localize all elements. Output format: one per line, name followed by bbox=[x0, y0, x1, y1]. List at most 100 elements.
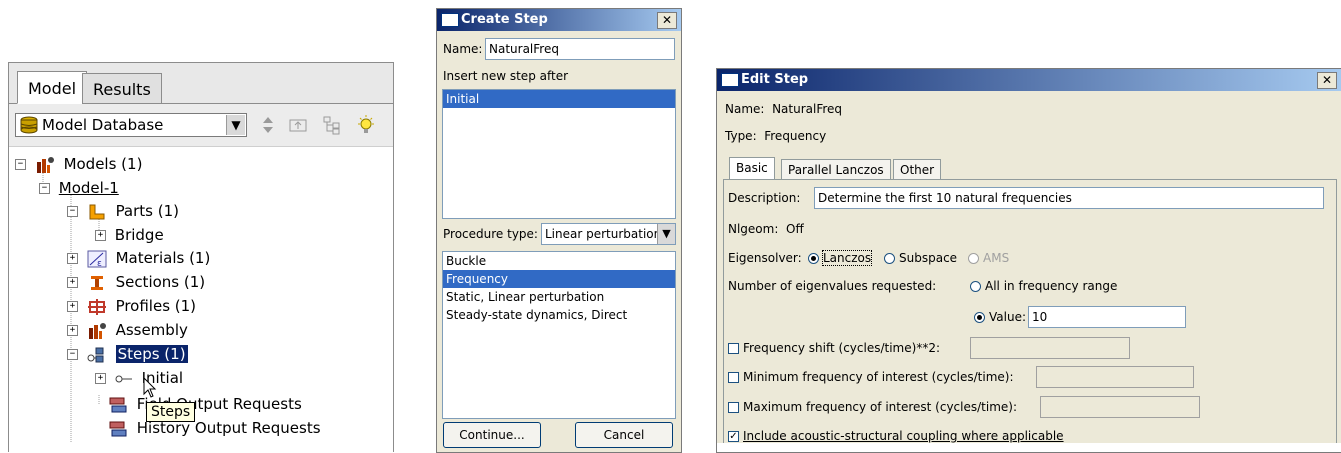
insert-after-list[interactable]: Initial bbox=[442, 89, 676, 219]
tree-node-models[interactable]: − Models (1) bbox=[15, 153, 142, 175]
tree-node-field-output-requests[interactable]: Field Output Requests bbox=[108, 393, 302, 415]
assembly-icon bbox=[88, 322, 106, 339]
tree-label: Parts (1) bbox=[115, 202, 180, 220]
folder-up-icon[interactable] bbox=[287, 114, 309, 136]
tree-label: Assembly bbox=[115, 321, 188, 339]
database-select[interactable]: Model Database ▼ bbox=[15, 113, 247, 137]
tree-node-profiles[interactable]: + Profiles (1) bbox=[67, 295, 196, 317]
chevron-down-icon[interactable]: ▼ bbox=[657, 224, 675, 244]
close-icon[interactable]: ✕ bbox=[1317, 72, 1337, 89]
tree-label: Profiles (1) bbox=[115, 297, 197, 315]
lightbulb-icon[interactable] bbox=[355, 114, 377, 136]
description-field[interactable]: Determine the first 10 natural frequenci… bbox=[814, 187, 1324, 209]
edit-step-dialog: Edit Step ✕ Name: NaturalFreq Type: Freq… bbox=[716, 68, 1341, 453]
tab-parallel-lanczos[interactable]: Parallel Lanczos bbox=[781, 159, 891, 180]
tree-label: Bridge bbox=[114, 226, 164, 244]
expand-icon[interactable]: + bbox=[95, 230, 106, 241]
torn-edge bbox=[717, 443, 1341, 452]
insert-after-label: Insert new step after bbox=[443, 69, 569, 83]
procedure-type-value: Linear perturbation bbox=[545, 227, 662, 241]
name-label: Name: bbox=[443, 42, 483, 56]
step-initial-icon bbox=[115, 375, 132, 382]
collapse-icon[interactable]: − bbox=[67, 206, 78, 217]
tree-node-assembly[interactable]: + Assembly bbox=[67, 319, 188, 341]
list-item[interactable]: Steady-state dynamics, Direct bbox=[443, 306, 675, 324]
expand-icon[interactable]: + bbox=[67, 277, 78, 288]
min-frequency-option[interactable]: Minimum frequency of interest (cycles/ti… bbox=[728, 370, 1014, 384]
radio-icon[interactable] bbox=[884, 253, 895, 264]
tree-node-history-output-requests[interactable]: History Output Requests bbox=[108, 417, 321, 439]
procedure-type-select[interactable]: Linear perturbation ▼ bbox=[541, 223, 676, 245]
radio-selected-icon[interactable] bbox=[974, 312, 985, 323]
frequency-shift-option[interactable]: Frequency shift (cycles/time)**2: bbox=[728, 341, 940, 355]
tree-node-bridge[interactable]: + Bridge bbox=[95, 224, 164, 246]
max-frequency-field bbox=[1040, 396, 1200, 418]
window-icon bbox=[441, 13, 459, 27]
parts-icon bbox=[89, 204, 105, 219]
tab-model[interactable]: Model bbox=[17, 71, 88, 104]
tree-label: Model-1 bbox=[58, 179, 119, 197]
list-item[interactable]: Frequency bbox=[443, 270, 675, 288]
value-option[interactable]: Value: bbox=[974, 310, 1026, 324]
checkbox-icon[interactable] bbox=[728, 372, 739, 383]
chevron-down-icon[interactable]: ▼ bbox=[226, 115, 245, 135]
tree-expand-icon[interactable] bbox=[321, 114, 343, 136]
tree-label-selected: Steps (1) bbox=[114, 344, 189, 364]
radio-selected-icon[interactable] bbox=[808, 253, 819, 264]
eigensolver-lanczos-option[interactable]: Lanczos bbox=[808, 250, 873, 266]
database-label: Model Database bbox=[42, 116, 164, 134]
tab-basic[interactable]: Basic bbox=[729, 157, 775, 180]
eigenvalue-count-field[interactable]: 10 bbox=[1028, 306, 1186, 328]
close-icon[interactable]: ✕ bbox=[657, 12, 677, 29]
description-label: Description: bbox=[728, 191, 801, 205]
collapse-icon[interactable]: − bbox=[67, 349, 78, 360]
expand-icon[interactable]: + bbox=[67, 301, 78, 312]
expand-icon[interactable]: + bbox=[67, 325, 78, 336]
models-icon bbox=[36, 156, 54, 173]
procedure-type-label: Procedure type: bbox=[443, 227, 538, 241]
create-step-titlebar: Create Step ✕ bbox=[437, 9, 681, 31]
name-field[interactable]: NaturalFreq bbox=[485, 38, 675, 60]
sort-arrows-icon[interactable] bbox=[257, 114, 279, 136]
tooltip: Steps bbox=[146, 402, 196, 422]
acoustic-coupling-option[interactable]: ✓ Include acoustic-structural coupling wh… bbox=[728, 429, 1064, 443]
procedure-list[interactable]: Buckle Frequency Static, Linear perturba… bbox=[442, 251, 676, 419]
tree-node-materials[interactable]: + ε Materials (1) bbox=[67, 247, 210, 269]
checkbox-icon[interactable] bbox=[728, 402, 739, 413]
tree-node-initial[interactable]: + Initial bbox=[95, 367, 183, 389]
checkbox-icon[interactable] bbox=[728, 343, 739, 354]
tab-other[interactable]: Other bbox=[893, 159, 942, 180]
eigensolver-label: Eigensolver: bbox=[728, 251, 802, 265]
tree-node-steps[interactable]: − Steps (1) bbox=[67, 343, 189, 365]
cancel-button[interactable]: Cancel bbox=[575, 422, 673, 448]
expand-icon[interactable]: + bbox=[95, 373, 106, 384]
eigensolver-ams-option: AMS bbox=[968, 251, 1009, 265]
expand-icon[interactable]: + bbox=[67, 253, 78, 264]
all-in-range-option[interactable]: All in frequency range bbox=[970, 279, 1117, 293]
dialog-title: Create Step bbox=[461, 12, 548, 27]
tree-node-sections[interactable]: + Sections (1) bbox=[67, 271, 205, 293]
tree-node-parts[interactable]: − Parts (1) bbox=[67, 200, 179, 222]
collapse-icon[interactable]: − bbox=[39, 183, 50, 194]
model-tree-toolbar: Model Database ▼ bbox=[9, 104, 393, 147]
tree-label: Sections (1) bbox=[115, 273, 206, 291]
max-frequency-option[interactable]: Maximum frequency of interest (cycles/ti… bbox=[728, 400, 1017, 414]
list-item[interactable]: Initial bbox=[443, 90, 675, 108]
sections-icon bbox=[90, 275, 103, 290]
database-icon bbox=[20, 116, 38, 134]
radio-disabled-icon bbox=[968, 253, 979, 264]
model-tree-tabbar: Model Results bbox=[9, 63, 393, 104]
list-item[interactable]: Static, Linear perturbation bbox=[443, 288, 675, 306]
continue-button[interactable]: Continue... bbox=[443, 422, 541, 448]
list-item[interactable]: Buckle bbox=[443, 252, 675, 270]
checkbox-checked-icon[interactable]: ✓ bbox=[728, 431, 739, 442]
min-frequency-field bbox=[1036, 366, 1194, 388]
model-tree-panel: Model Results Model Database ▼ − Models … bbox=[8, 62, 394, 452]
eigensolver-subspace-option[interactable]: Subspace bbox=[884, 251, 957, 265]
tree-node-model-1[interactable]: − Model-1 bbox=[39, 177, 119, 199]
collapse-icon[interactable]: − bbox=[15, 159, 26, 170]
num-eigenvalues-label: Number of eigenvalues requested: bbox=[728, 279, 937, 293]
radio-icon[interactable] bbox=[970, 281, 981, 292]
tab-results[interactable]: Results bbox=[82, 73, 162, 104]
step-type: Type: Frequency bbox=[725, 129, 827, 143]
